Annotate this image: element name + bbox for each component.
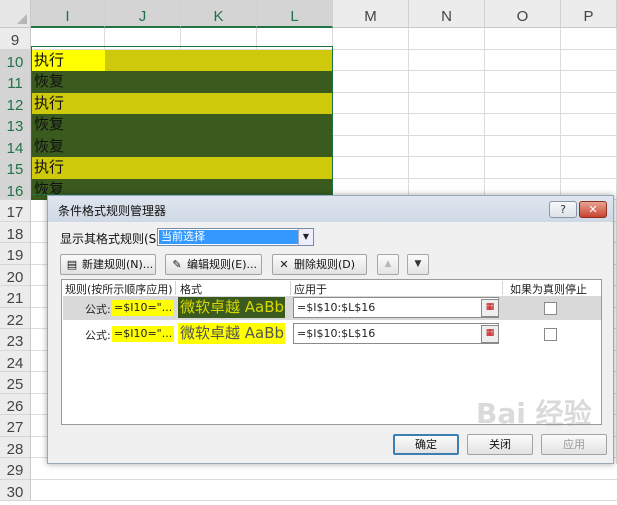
row-header-23[interactable]: 23	[0, 329, 31, 351]
watermark: Bai 经验	[476, 397, 592, 430]
close-icon[interactable]: ✕	[579, 201, 607, 218]
row-header-27[interactable]: 27	[0, 415, 31, 437]
row-header-15[interactable]: 15	[0, 157, 31, 179]
row-header-16[interactable]: 16	[0, 179, 31, 200]
column-header-rule: 规则(按所示顺序应用)	[65, 283, 173, 296]
edit-rule-button[interactable]: ✎ 编辑规则(E)...	[165, 254, 262, 275]
rule-formula: =$I10="...	[112, 326, 175, 342]
row-header-10[interactable]: 10	[0, 50, 31, 71]
row-header-21[interactable]: 21	[0, 286, 31, 308]
conditional-formatting-rules-manager-dialog: 条件格式规则管理器 ? ✕ 显示其格式规则(S): 当前选择 ▼ ▤ 新建规则(N…	[47, 195, 614, 464]
edit-rule-label: 编辑规则(E)...	[187, 258, 258, 271]
row-header-20[interactable]: 20	[0, 265, 31, 286]
new-rule-label: 新建规则(N)...	[82, 258, 154, 271]
column-header-i[interactable]: I	[31, 0, 105, 28]
row-header-9[interactable]: 9	[0, 28, 31, 50]
gridline	[31, 479, 617, 480]
move-down-icon: ▼	[414, 259, 422, 269]
column-header-j[interactable]: J	[105, 0, 181, 28]
dialog-title: 条件格式规则管理器	[58, 204, 167, 218]
applies-to-field[interactable]: =$I$10:$L$16	[293, 323, 499, 344]
row-header-14[interactable]: 14	[0, 136, 31, 157]
close-button[interactable]: 关闭	[467, 434, 533, 455]
row-header-30[interactable]: 30	[0, 480, 31, 501]
range-picker-icon[interactable]: ▦	[481, 299, 499, 317]
row-header-17[interactable]: 17	[0, 200, 31, 222]
gridline	[31, 500, 617, 501]
dialog-titlebar[interactable]: 条件格式规则管理器 ? ✕	[48, 196, 613, 222]
applies-to-field[interactable]: =$I$10:$L$16	[293, 297, 499, 318]
row-header-11[interactable]: 11	[0, 71, 31, 93]
row-header-28[interactable]: 28	[0, 437, 31, 458]
stop-if-true-checkbox[interactable]	[544, 328, 557, 341]
selected-range-border	[31, 46, 333, 195]
column-header-format: 格式	[180, 283, 202, 296]
column-header-p[interactable]: P	[561, 0, 617, 28]
show-rules-select[interactable]: 当前选择 ▼	[157, 228, 314, 246]
column-header-m[interactable]: M	[333, 0, 409, 28]
rule-type-label: 公式:	[85, 329, 111, 342]
column-header-o[interactable]: O	[485, 0, 561, 28]
row-header-18[interactable]: 18	[0, 222, 31, 243]
column-header-n[interactable]: N	[409, 0, 485, 28]
row-header-24[interactable]: 24	[0, 351, 31, 372]
column-header-l[interactable]: L	[257, 0, 333, 28]
column-header-stop-if-true: 如果为真则停止	[510, 283, 587, 296]
ok-button[interactable]: 确定	[393, 434, 459, 455]
help-button[interactable]: ?	[549, 201, 577, 218]
column-separator	[502, 281, 503, 295]
column-separator	[175, 281, 176, 295]
chevron-down-icon[interactable]: ▼	[298, 229, 313, 245]
column-header-k[interactable]: K	[181, 0, 257, 28]
format-preview: 微软卓越 AaBbCc	[178, 297, 285, 318]
row-header-12[interactable]: 12	[0, 93, 31, 114]
stop-if-true-checkbox[interactable]	[544, 302, 557, 315]
column-header-applies-to: 应用于	[294, 283, 327, 296]
row-header-22[interactable]: 22	[0, 308, 31, 329]
column-separator	[290, 281, 291, 295]
rule-row[interactable]: 公式:=$I10="...微软卓越 AaBbCc =$I$10:$L$16▦	[63, 296, 601, 320]
row-header-25[interactable]: 25	[0, 372, 31, 394]
move-up-button[interactable]: ▲	[377, 254, 399, 275]
show-rules-value: 当前选择	[159, 230, 298, 244]
move-down-button[interactable]: ▼	[407, 254, 429, 275]
row-header-29[interactable]: 29	[0, 458, 31, 480]
row-header-13[interactable]: 13	[0, 114, 31, 136]
rule-formula: =$I10="...	[112, 300, 175, 316]
row-header-19[interactable]: 19	[0, 243, 31, 265]
rule-type-label: 公式:	[85, 303, 111, 316]
format-preview: 微软卓越 AaBbCc	[178, 323, 285, 344]
delete-icon: ✕	[279, 258, 289, 271]
show-rules-label: 显示其格式规则(S):	[60, 232, 166, 246]
new-rule-button[interactable]: ▤ 新建规则(N)...	[60, 254, 156, 275]
rule-row[interactable]: 公式:=$I10="...微软卓越 AaBbCc =$I$10:$L$16▦	[63, 322, 601, 346]
move-up-icon: ▲	[384, 259, 392, 269]
range-picker-icon[interactable]: ▦	[481, 325, 499, 343]
select-all-icon	[17, 14, 27, 24]
delete-rule-button[interactable]: ✕ 删除规则(D)	[272, 254, 367, 275]
row-header-26[interactable]: 26	[0, 394, 31, 415]
select-all-corner[interactable]	[0, 0, 31, 28]
apply-button[interactable]: 应用	[541, 434, 607, 455]
edit-rule-icon: ✎	[172, 258, 182, 271]
delete-rule-label: 删除规则(D)	[294, 258, 356, 271]
new-rule-icon: ▤	[66, 258, 78, 271]
